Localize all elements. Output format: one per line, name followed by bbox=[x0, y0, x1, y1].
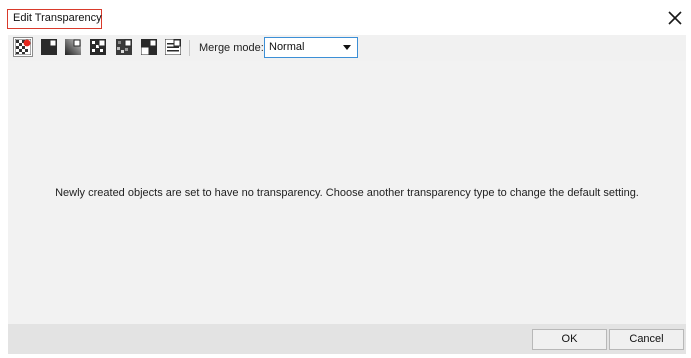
no-transparency-button[interactable] bbox=[13, 37, 33, 57]
uniform-transparency-button[interactable] bbox=[41, 39, 57, 55]
close-button[interactable] bbox=[666, 9, 684, 27]
transparency-content-area: Newly created objects are set to have no… bbox=[8, 61, 686, 324]
merge-mode-label: Merge mode: bbox=[199, 42, 264, 54]
two-color-pattern-transparency-icon bbox=[141, 39, 157, 55]
title-bar: Edit Transparency bbox=[0, 0, 691, 33]
merge-mode-value: Normal bbox=[269, 41, 305, 53]
merge-mode-dropdown[interactable]: Normal bbox=[264, 37, 358, 58]
no-transparency-message: Newly created objects are set to have no… bbox=[55, 187, 639, 199]
uniform-transparency-icon bbox=[41, 39, 57, 55]
ok-button[interactable]: OK bbox=[532, 329, 607, 350]
fountain-transparency-icon bbox=[65, 39, 81, 55]
vector-pattern-transparency-button[interactable] bbox=[90, 39, 106, 55]
no-transparency-icon bbox=[15, 39, 31, 55]
vector-pattern-transparency-icon bbox=[90, 39, 106, 55]
transparency-toolbar: Merge mode: Normal bbox=[8, 35, 686, 61]
bitmap-pattern-transparency-icon bbox=[116, 39, 132, 55]
fountain-transparency-button[interactable] bbox=[65, 39, 81, 55]
texture-transparency-icon bbox=[165, 39, 181, 55]
close-icon bbox=[668, 11, 682, 25]
dialog-title: Edit Transparency bbox=[7, 9, 102, 29]
bitmap-pattern-transparency-button[interactable] bbox=[116, 39, 132, 55]
dialog-footer: OK Cancel bbox=[8, 324, 686, 354]
toolbar-separator bbox=[189, 40, 190, 56]
cancel-button[interactable]: Cancel bbox=[609, 329, 684, 350]
texture-transparency-button[interactable] bbox=[165, 39, 181, 55]
chevron-down-icon bbox=[343, 45, 351, 50]
two-color-pattern-transparency-button[interactable] bbox=[141, 39, 157, 55]
edit-transparency-dialog: Edit Transparency Merge mode: Normal New… bbox=[0, 0, 691, 358]
